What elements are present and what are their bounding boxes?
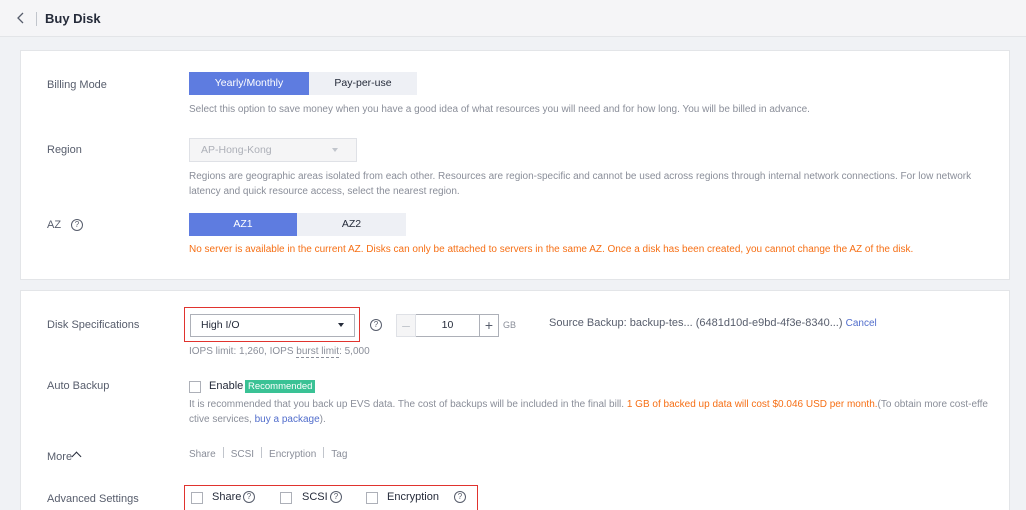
backup-hint-line2-suffix: ). xyxy=(319,414,326,425)
iops-info: IOPS limit: 1,260, IOPS burst limit: 5,0… xyxy=(189,344,989,359)
chevron-down-icon xyxy=(332,148,338,152)
summary-tag-share: Share xyxy=(189,449,216,460)
az-option-az1[interactable]: AZ1 xyxy=(189,213,297,236)
billing-option-pay-per-use[interactable]: Pay-per-use xyxy=(309,72,417,95)
source-backup-info: Source Backup: backup-tes... (6481d10d-e… xyxy=(549,317,877,329)
iops-suffix: : 5,000 xyxy=(339,346,370,357)
disk-type-help-icon[interactable]: ? xyxy=(370,319,382,331)
disk-specifications-label: Disk Specifications xyxy=(47,319,140,331)
source-backup-cancel-link[interactable]: Cancel xyxy=(846,318,877,329)
size-increase-button[interactable]: + xyxy=(479,314,499,337)
az-option-az2[interactable]: AZ2 xyxy=(297,213,406,236)
auto-backup-label: Auto Backup xyxy=(47,380,110,392)
region-hint-line2: latency and quick resource access, selec… xyxy=(189,186,460,197)
billing-mode-label: Billing Mode xyxy=(47,79,107,91)
scsi-help-icon[interactable]: ? xyxy=(330,491,342,503)
chevron-up-icon[interactable] xyxy=(71,451,82,462)
source-backup-text: Source Backup: backup-tes... (6481d10d-e… xyxy=(549,317,843,329)
auto-backup-enable-label[interactable]: Enable xyxy=(209,380,243,392)
summary-tag-tag: Tag xyxy=(331,449,348,460)
backup-hint-part1: It is recommended that you back up EVS d… xyxy=(189,399,627,410)
disk-config-card: Disk Specifications High I/O ? – 10 + GB… xyxy=(20,290,1010,510)
backup-price: 1 GB of backed up data will cost $0.046 … xyxy=(626,399,878,410)
region-label: Region xyxy=(47,144,82,156)
scsi-label[interactable]: SCSI xyxy=(302,491,328,503)
buy-package-link[interactable]: buy a package xyxy=(255,414,320,425)
backup-hint-line2: ctive services, buy a package). xyxy=(189,412,989,427)
page-title: Buy Disk xyxy=(45,11,101,26)
encryption-checkbox[interactable] xyxy=(366,492,378,504)
iops-prefix: IOPS limit: 1,260, IOPS xyxy=(189,346,297,357)
billing-option-yearly-monthly[interactable]: Yearly/Monthly xyxy=(189,72,309,95)
disk-size-input[interactable]: 10 xyxy=(416,314,479,337)
basic-config-card: Billing Mode Yearly/Monthly Pay-per-use … xyxy=(20,50,1010,280)
recommended-badge: Recommended xyxy=(245,380,316,393)
az-help-icon[interactable]: ? xyxy=(71,219,83,231)
backup-hint-part2: (To obtain more cost-effe xyxy=(877,399,988,410)
share-label[interactable]: Share xyxy=(212,491,241,503)
backup-hint-line1: It is recommended that you back up EVS d… xyxy=(189,397,1009,412)
scsi-checkbox[interactable] xyxy=(280,492,292,504)
summary-tag-scsi: SCSI xyxy=(230,449,255,460)
region-value: AP-Hong-Kong xyxy=(201,144,272,156)
iops-burst-term[interactable]: burst limit xyxy=(296,346,340,358)
encryption-label[interactable]: Encryption xyxy=(387,491,439,503)
disk-type-select[interactable]: High I/O xyxy=(190,314,355,337)
summary-tag-encryption: Encryption xyxy=(269,449,317,460)
auto-backup-checkbox[interactable] xyxy=(189,381,201,393)
share-help-icon[interactable]: ? xyxy=(243,491,255,503)
billing-hint: Select this option to save money when yo… xyxy=(189,104,810,115)
chevron-down-icon xyxy=(338,323,344,327)
region-select[interactable]: AP-Hong-Kong xyxy=(189,138,357,162)
share-checkbox[interactable] xyxy=(191,492,203,504)
az-warning: No server is available in the current AZ… xyxy=(189,244,914,255)
back-arrow-icon[interactable] xyxy=(16,11,30,25)
advanced-settings-label: Advanced Settings xyxy=(47,493,139,505)
az-label: AZ xyxy=(47,219,62,231)
size-unit: GB xyxy=(503,320,517,330)
backup-hint-line2-prefix: ctive services, xyxy=(189,414,255,425)
region-hint-line1: Regions are geographic areas isolated fr… xyxy=(189,171,972,182)
size-decrease-button[interactable]: – xyxy=(396,314,416,337)
encryption-help-icon[interactable]: ? xyxy=(454,491,466,503)
more-summary-tags: Share SCSI Encryption Tag xyxy=(189,447,347,460)
disk-type-value: High I/O xyxy=(201,319,240,331)
more-toggle[interactable]: More xyxy=(47,451,72,463)
page-header: Buy Disk xyxy=(0,0,1026,37)
header-divider xyxy=(36,12,37,26)
